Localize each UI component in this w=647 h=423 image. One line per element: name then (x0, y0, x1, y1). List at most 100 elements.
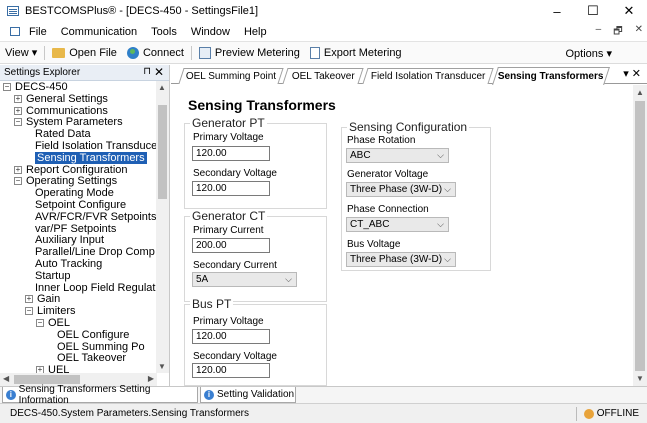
expand-icon[interactable]: + (14, 165, 22, 174)
menu-window[interactable]: Window (184, 26, 237, 38)
meter-icon (198, 46, 211, 59)
generator-ct-group: Generator CT Primary Current 200.00 Seco… (184, 209, 327, 302)
tab-setting-information[interactable]: i Sensing Transformers Setting Informatio… (2, 384, 198, 406)
bus-voltage-dropdown[interactable]: Three Phase (3W-D) ⌵ (346, 252, 456, 267)
scroll-down-icon[interactable]: ▼ (636, 374, 644, 383)
tree-item-label: Startup (35, 269, 71, 282)
collapse-icon[interactable]: − (14, 118, 22, 127)
connect-button[interactable]: Connect (122, 43, 189, 63)
expand-icon[interactable]: + (14, 106, 22, 115)
collapse-icon[interactable]: − (14, 177, 22, 186)
scroll-thumb[interactable] (158, 105, 167, 199)
info-icon: i (6, 389, 16, 400)
primary-current-label: Primary Current (193, 225, 264, 236)
title-bar: BESTCOMSPlus® - [DECS-450 - SettingsFile… (0, 0, 647, 22)
status-path: DECS-450.System Parameters.Sensing Trans… (10, 408, 249, 419)
scroll-left-icon[interactable]: ◀ (3, 374, 9, 383)
dropdown-value: ABC (350, 150, 371, 161)
primary-voltage-label: Primary Voltage (193, 132, 264, 143)
explorer-header: Settings Explorer ⊓ ✕ (0, 65, 169, 81)
menu-help[interactable]: Help (237, 26, 274, 38)
minimize-button[interactable]: – (539, 0, 575, 22)
mdi-minimize-button[interactable]: – (596, 24, 602, 41)
mdi-window-icon[interactable] (10, 27, 20, 36)
mdi-close-button[interactable]: ✕ (635, 24, 643, 41)
settings-explorer: Settings Explorer ⊓ ✕ − DECS-450 + General … (0, 65, 170, 386)
tabs-menu-button[interactable]: ▾ ✕ (623, 67, 641, 80)
menu-communication[interactable]: Communication (54, 26, 144, 38)
offline-icon (583, 408, 594, 419)
bus-pt-primary-voltage-input[interactable]: 120.00 (192, 329, 270, 344)
collapse-icon[interactable]: − (25, 307, 33, 316)
dropdown-value: Three Phase (3W-D) (350, 184, 443, 195)
phase-connection-dropdown[interactable]: CT_ABC ⌵ (346, 217, 449, 232)
gen-ct-secondary-current-dropdown[interactable]: 5A ⌵ (192, 272, 297, 287)
generator-voltage-dropdown[interactable]: Three Phase (3W-D) ⌵ (346, 182, 456, 197)
explorer-close-icon[interactable]: ✕ (154, 65, 164, 79)
gen-ct-primary-current-input[interactable]: 200.00 (192, 238, 270, 253)
bus-pt-group: Bus PT Primary Voltage 120.00 Secondary … (184, 297, 327, 386)
dropdown-value: 5A (196, 274, 209, 285)
expand-icon[interactable]: + (14, 94, 22, 103)
menu-tools[interactable]: Tools (144, 26, 184, 38)
tab-field-isolation-transducer[interactable]: Field Isolation Transducer (362, 68, 494, 84)
sensing-configuration-group: Sensing Configuration Phase Rotation ABC… (341, 120, 491, 271)
scroll-right-icon[interactable]: ▶ (148, 374, 154, 383)
tree-item-label: OEL Takeover (57, 352, 127, 365)
content-vertical-scrollbar[interactable]: ▲ ▼ (633, 85, 647, 386)
tree-item-label: var/PF Setpoints (35, 222, 117, 235)
scroll-up-icon[interactable]: ▲ (636, 88, 644, 97)
tree-item-label: Setpoint Configure (35, 199, 127, 211)
chevron-down-icon: ⌵ (437, 219, 444, 229)
info-icon: i (204, 389, 214, 400)
explorer-vertical-scrollbar[interactable]: ▲ ▼ (156, 81, 169, 373)
maximize-button[interactable]: ☐ (575, 0, 611, 22)
scroll-thumb[interactable] (635, 101, 645, 371)
connect-icon (126, 46, 139, 59)
options-button[interactable]: Options ▾ (561, 43, 618, 63)
tree-item-label: Auxiliary Input (35, 234, 105, 247)
expand-icon[interactable]: + (25, 295, 33, 304)
tab-oel-summing-point[interactable]: OEL Summing Point (178, 68, 284, 84)
gen-pt-primary-voltage-input[interactable]: 120.00 (192, 146, 270, 161)
export-metering-button[interactable]: Export Metering (305, 43, 407, 63)
phase-rotation-dropdown[interactable]: ABC ⌵ (346, 148, 449, 163)
tab-label: Field Isolation Transducer (370, 71, 486, 82)
scroll-up-icon[interactable]: ▲ (158, 83, 166, 92)
tree-item-label: Limiters (37, 305, 76, 318)
chevron-down-icon: ⌵ (444, 184, 451, 194)
expand-icon[interactable]: + (36, 366, 44, 373)
tab-label: Sensing Transformers (498, 71, 604, 82)
generator-pt-group: Generator PT Primary Voltage 120.00 Seco… (184, 116, 327, 209)
gen-pt-secondary-voltage-input[interactable]: 120.00 (192, 181, 270, 196)
collapse-icon[interactable]: − (36, 319, 44, 327)
phase-rotation-label: Phase Rotation (347, 135, 416, 146)
phase-connection-label: Phase Connection (347, 204, 429, 215)
options-label: Options ▾ (565, 47, 613, 60)
tree-item-label: AVR/FCR/FVR Setpoints (35, 210, 157, 223)
tree-item-label: Operating Mode (35, 187, 114, 200)
pin-icon[interactable]: ⊓ (143, 66, 151, 77)
collapse-icon[interactable]: − (3, 83, 11, 91)
menu-file[interactable]: File (22, 26, 54, 38)
bus-pt-secondary-voltage-input[interactable]: 120.00 (192, 363, 270, 378)
scroll-down-icon[interactable]: ▼ (158, 362, 166, 371)
chevron-down-icon: ⌵ (437, 150, 444, 160)
tab-oel-takeover[interactable]: OEL Takeover (282, 68, 364, 84)
dropdown-value: CT_ABC (350, 219, 390, 230)
open-file-button[interactable]: Open File (47, 43, 122, 63)
dropdown-value: Three Phase (3W-D) (350, 254, 443, 265)
preview-metering-button[interactable]: Preview Metering (194, 43, 305, 63)
settings-content: Sensing Transformers Generator PT Primar… (171, 85, 633, 386)
group-title: Generator CT (190, 209, 268, 223)
preview-metering-label: Preview Metering (214, 46, 300, 59)
tree-item[interactable]: + UEL (36, 364, 69, 373)
open-file-label: Open File (69, 46, 117, 59)
view-button[interactable]: View ▾ (0, 43, 42, 63)
mdi-restore-button[interactable]: 🗗 (613, 24, 622, 41)
tab-sensing-transformers[interactable]: Sensing Transformers (492, 67, 610, 85)
export-metering-label: Export Metering (323, 46, 402, 59)
close-button[interactable]: ✕ (611, 0, 647, 22)
tab-setting-validation[interactable]: i Setting Validation (200, 387, 296, 403)
group-title: Bus PT (190, 297, 234, 311)
